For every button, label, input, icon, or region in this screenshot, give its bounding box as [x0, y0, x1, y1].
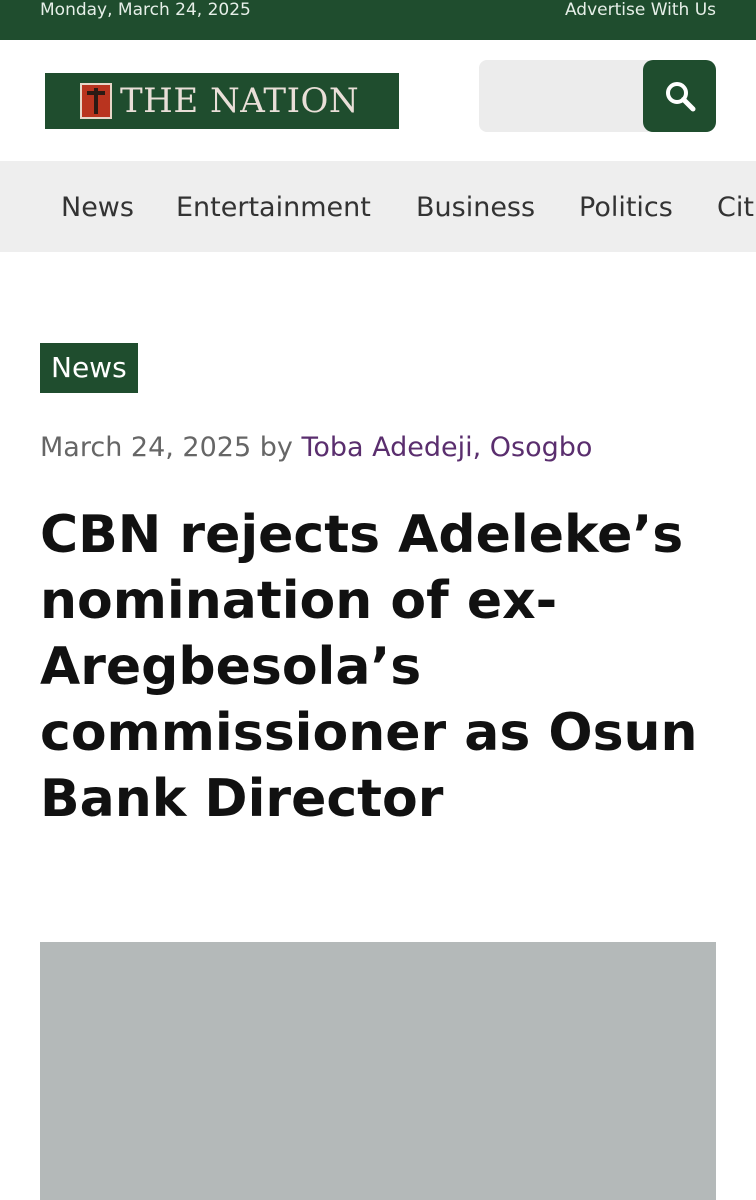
article-date: March 24, 2025	[40, 432, 252, 463]
advertise-link[interactable]: Advertise With Us	[565, 0, 716, 20]
site-logo[interactable]: THE NATION	[45, 73, 399, 129]
article-featured-image	[40, 942, 716, 1200]
article-meta: March 24, 2025 by Toba Adedeji, Osogbo	[40, 430, 592, 466]
article-title: CBN rejects Adeleke’s nomination of ex-A…	[40, 505, 698, 829]
author-link[interactable]: Toba Adedeji, Osogbo	[301, 432, 592, 463]
nav-item-entertainment[interactable]: Entertainment	[176, 191, 371, 225]
nav-item-news[interactable]: News	[61, 191, 134, 225]
search-button[interactable]	[643, 60, 716, 132]
search-icon	[665, 82, 695, 112]
nav-item-city[interactable]: Cit	[717, 191, 754, 225]
category-badge[interactable]: News	[40, 343, 138, 393]
search-input[interactable]	[479, 60, 649, 132]
current-date: Monday, March 24, 2025	[40, 0, 251, 20]
logo-emblem-icon	[80, 83, 112, 119]
logo-text: THE NATION	[120, 81, 360, 121]
article-content: News March 24, 2025 by Toba Adedeji, Oso…	[0, 252, 756, 1200]
nav-item-business[interactable]: Business	[416, 191, 535, 225]
nav-item-politics[interactable]: Politics	[579, 191, 673, 225]
site-header: THE NATION	[0, 40, 756, 161]
main-nav: News Entertainment Business Politics Cit	[0, 161, 756, 252]
top-bar: Monday, March 24, 2025 Advertise With Us	[0, 0, 756, 40]
byline-by: by	[259, 432, 293, 463]
